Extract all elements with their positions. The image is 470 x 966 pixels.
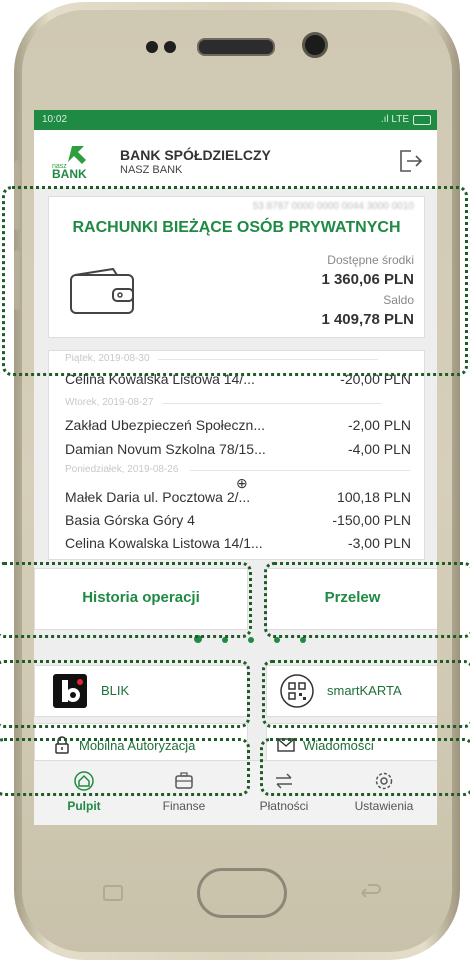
sensor-dot [146,41,158,53]
tx-date-header: Wtorek, 2019-08-27 [65,397,384,408]
nav-label: Płatności [259,799,309,813]
highlight-transfer [264,562,470,638]
bank-logo-icon: nasz BANK [52,146,87,181]
front-camera [302,32,328,58]
nav-label: Ustawienia [354,799,414,813]
status-bar: 10:02 .ıl LTE [34,110,437,130]
sensor-dot [164,41,176,53]
tx-description: Zakład Ubezpieczeń Społeczn... [65,417,265,433]
nav-label: Pulpit [67,799,101,813]
tx-date-header: Poniedziałek, 2019-08-26 [65,464,412,475]
tx-amount: -2,00 PLN [347,417,411,433]
battery-icon [413,115,431,125]
pager-dot [248,637,254,643]
tx-amount: 100,18 PLN [337,489,411,505]
highlight-history [0,562,252,638]
bank-name: BANK SPÓŁDZIELCZY [120,147,271,163]
back-button[interactable] [358,883,382,903]
logout-icon[interactable] [397,148,423,174]
tx-description: Małek Daria ul. Pocztowa 2/... [65,489,251,505]
tx-description: Damian Novum Szkolna 78/15... [65,441,266,457]
earpiece-speaker [197,38,275,56]
app-header: nasz BANK BANK SPÓŁDZIELCZY NASZ BANK [34,130,437,189]
bank-logo: nasz BANK [50,142,106,181]
home-button[interactable] [197,868,287,918]
highlight-messages [260,738,470,796]
nav-label: Finanse [162,799,206,813]
tx-description: Basia Górska Góry 4 [65,512,195,528]
highlight-blik [0,660,250,728]
logo-big-text: BANK [52,167,87,180]
transactions-list[interactable]: Piątek, 2019-08-30 Celina Kowalska Listo… [48,350,425,560]
tx-description: Celina Kowalska Listowa 14/1... [65,535,263,551]
recent-apps-button[interactable] [98,883,128,903]
highlight-account [2,186,468,376]
highlight-smartkarta [262,660,470,728]
network-indicator: .ıl LTE [380,114,409,125]
bank-subtitle: NASZ BANK [120,164,183,176]
tx-amount: -150,00 PLN [332,512,411,528]
tx-amount: -3,00 PLN [347,535,411,551]
highlight-mobile-auth [0,738,250,796]
tx-amount: -4,00 PLN [347,441,411,457]
status-time: 10:02 [42,114,68,125]
